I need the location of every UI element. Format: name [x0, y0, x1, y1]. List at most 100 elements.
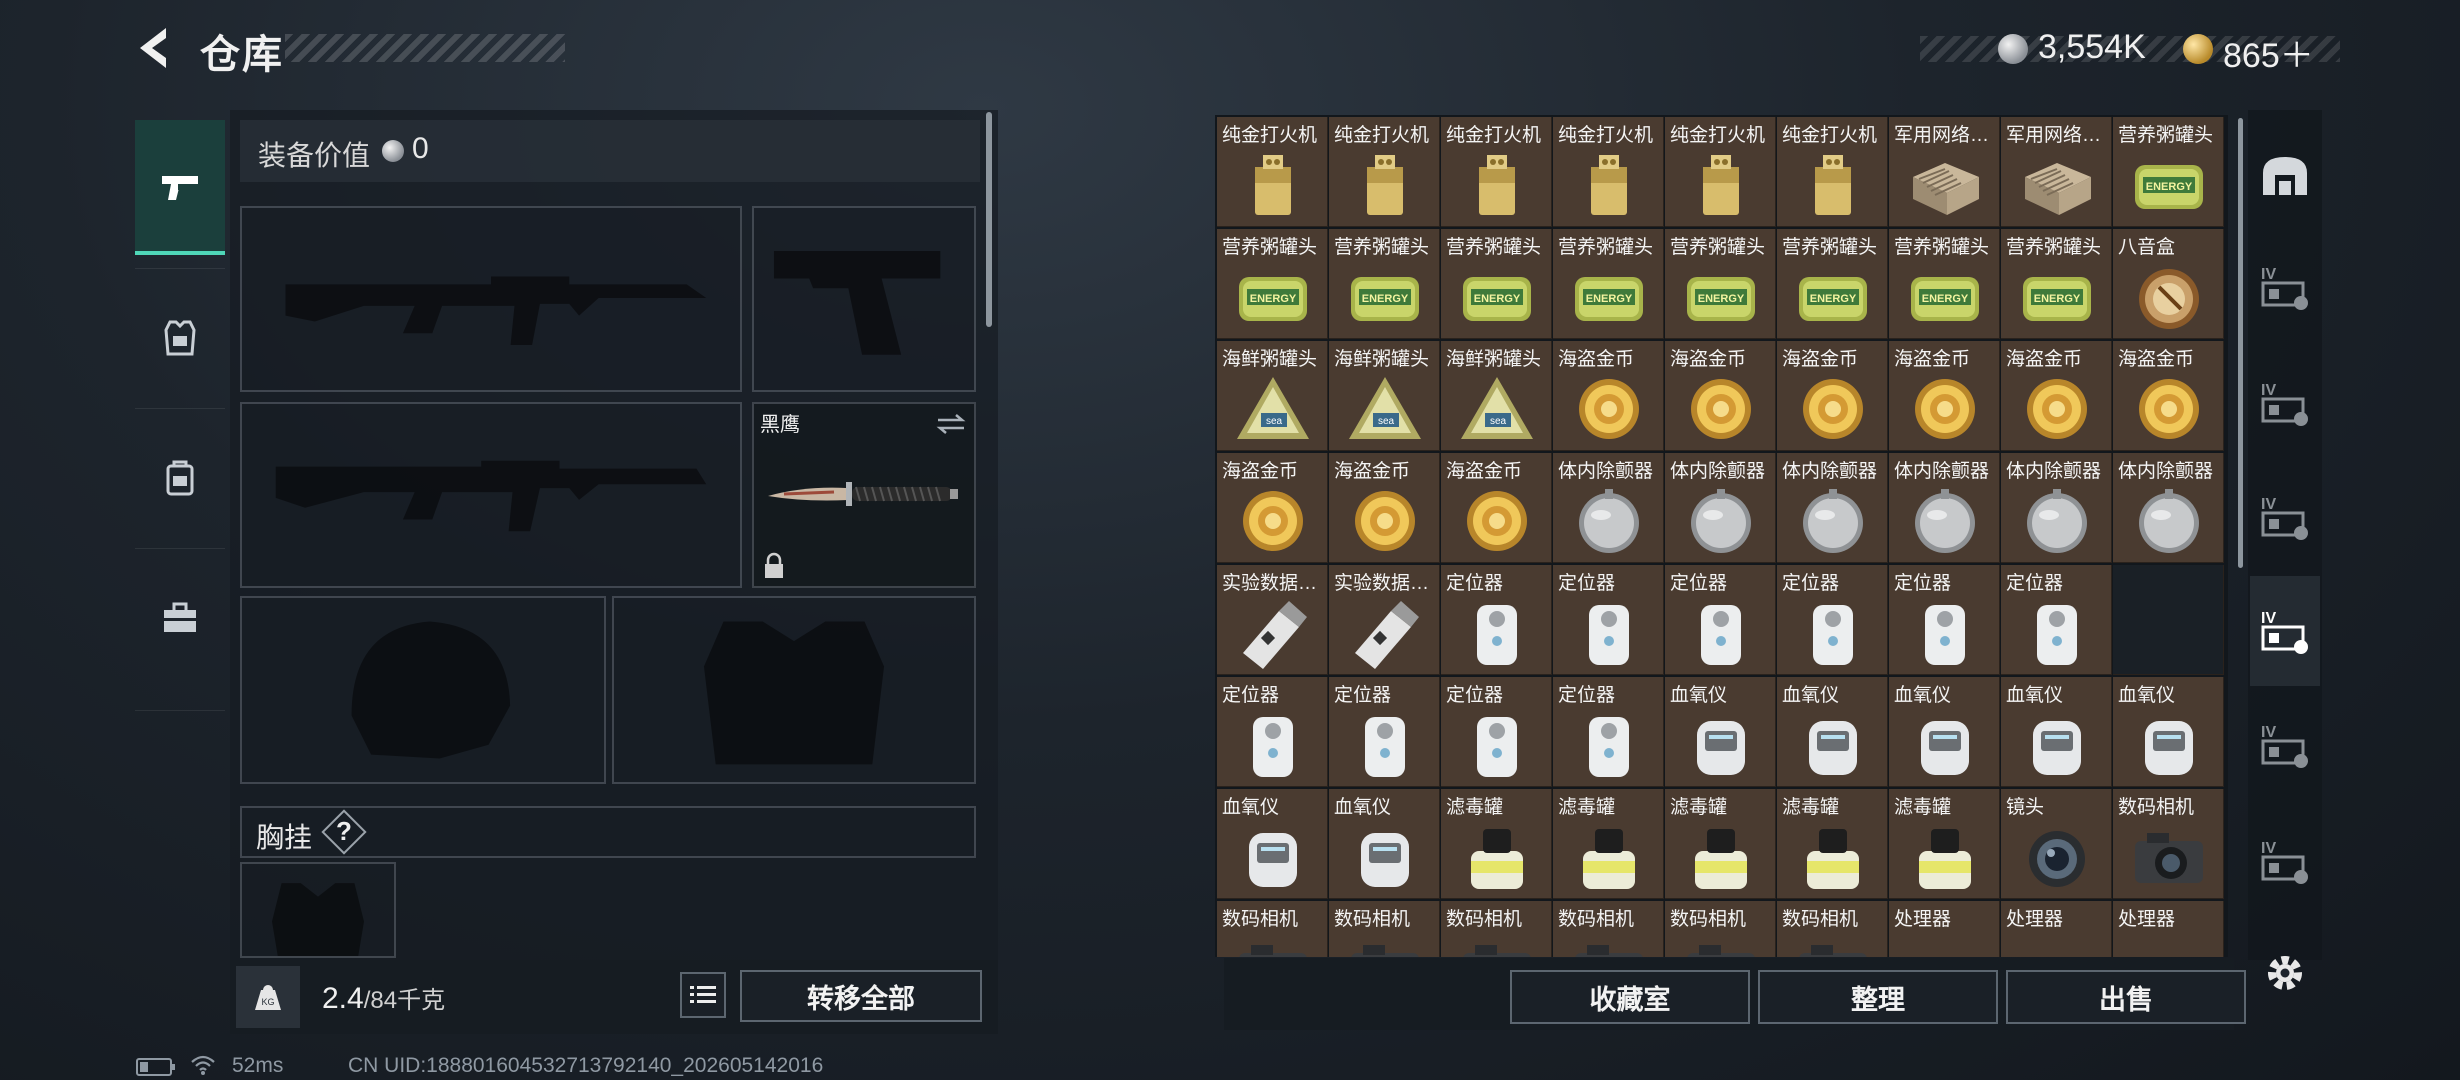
inventory-item[interactable]: 海盗金币	[1329, 453, 1440, 563]
inventory-item[interactable]: 体内除颤器	[1665, 453, 1776, 563]
inventory-item[interactable]: 海鲜粥罐头 sea	[1329, 341, 1440, 451]
inventory-item[interactable]: 定位器	[2001, 565, 2112, 675]
inventory-item[interactable]: 营养粥罐头 ENERGY	[1329, 229, 1440, 339]
tab-weapon[interactable]	[135, 120, 225, 255]
inventory-item[interactable]: 纯金打火机	[1217, 117, 1328, 227]
inventory-item[interactable]: 血氧仪	[1777, 677, 1888, 787]
storage-tab-3[interactable]: IV	[2250, 348, 2320, 458]
collection-room-button[interactable]: 收藏室	[1510, 970, 1750, 1024]
inventory-item[interactable]: 海盗金币	[1665, 341, 1776, 451]
inventory-item[interactable]: 军用网络…	[1889, 117, 2000, 227]
secondary-weapon-slot[interactable]	[240, 402, 742, 588]
inventory-item[interactable]: 营养粥罐头 ENERGY	[1217, 229, 1328, 339]
storage-tab-6[interactable]: IV	[2250, 690, 2320, 800]
grid-scrollbar[interactable]	[2238, 118, 2243, 568]
inventory-item[interactable]: 海鲜粥罐头 sea	[1441, 341, 1552, 451]
helmet-slot[interactable]	[240, 596, 606, 784]
list-view-button[interactable]	[680, 972, 726, 1018]
inventory-item[interactable]: 体内除颤器	[2113, 453, 2224, 563]
empty-slot[interactable]	[2113, 565, 2224, 675]
inventory-item[interactable]: 滤毒罐	[1665, 789, 1776, 899]
inventory-item[interactable]: 数码相机	[1217, 901, 1328, 957]
inventory-item[interactable]: 营养粥罐头 ENERGY	[1889, 229, 2000, 339]
inventory-item[interactable]: 定位器	[1217, 677, 1328, 787]
inventory-item[interactable]: 海盗金币	[1553, 341, 1664, 451]
storage-tab-7[interactable]: IV	[2250, 806, 2320, 916]
inventory-item[interactable]: 海盗金币	[1889, 341, 2000, 451]
equipment-scrollbar[interactable]	[986, 112, 992, 327]
inventory-item[interactable]: 海盗金币	[1217, 453, 1328, 563]
inventory-item[interactable]: 营养粥罐头 ENERGY	[1665, 229, 1776, 339]
inventory-item[interactable]: 血氧仪	[2001, 677, 2112, 787]
inventory-item[interactable]: 血氧仪	[1889, 677, 2000, 787]
storage-tab-1[interactable]	[2250, 122, 2320, 232]
pistol-slot[interactable]	[752, 206, 976, 392]
inventory-item[interactable]: 体内除颤器	[2001, 453, 2112, 563]
body-armor-slot[interactable]	[612, 596, 976, 784]
inventory-item[interactable]: 海盗金币	[1777, 341, 1888, 451]
inventory-item[interactable]: 营养粥罐头 ENERGY	[1777, 229, 1888, 339]
inventory-item[interactable]: 数码相机	[1665, 901, 1776, 957]
inventory-item[interactable]: 纯金打火机	[1665, 117, 1776, 227]
back-button[interactable]	[130, 22, 182, 74]
inventory-item[interactable]: 数码相机	[1329, 901, 1440, 957]
sell-button[interactable]: 出售	[2006, 970, 2246, 1024]
inventory-item[interactable]: 实验数据…	[1217, 565, 1328, 675]
chest-rig-slot[interactable]	[240, 862, 396, 958]
inventory-item[interactable]: 纯金打火机	[1329, 117, 1440, 227]
inventory-item[interactable]: 体内除颤器	[1777, 453, 1888, 563]
inventory-item[interactable]: 定位器	[1553, 677, 1664, 787]
inventory-item[interactable]: 海盗金币	[2001, 341, 2112, 451]
inventory-item[interactable]: 营养粥罐头 ENERGY	[1441, 229, 1552, 339]
inventory-item[interactable]: 海盗金币	[2113, 341, 2224, 451]
inventory-item[interactable]: 营养粥罐头 ENERGY	[1553, 229, 1664, 339]
inventory-item[interactable]: 滤毒罐	[1889, 789, 2000, 899]
inventory-item[interactable]: 处理器	[1889, 901, 2000, 957]
settings-button[interactable]	[2260, 948, 2310, 998]
inventory-item[interactable]: 定位器	[1329, 677, 1440, 787]
inventory-item[interactable]: 数码相机	[1441, 901, 1552, 957]
inventory-item[interactable]: 处理器	[2113, 901, 2224, 957]
transfer-all-button[interactable]: 转移全部	[740, 970, 982, 1022]
inventory-item[interactable]: 海盗金币	[1441, 453, 1552, 563]
inventory-item[interactable]: 海鲜粥罐头 sea	[1217, 341, 1328, 451]
inventory-item[interactable]: 纯金打火机	[1441, 117, 1552, 227]
inventory-item[interactable]: 定位器	[1441, 677, 1552, 787]
inventory-item[interactable]: 实验数据…	[1329, 565, 1440, 675]
inventory-item[interactable]: 数码相机	[2113, 789, 2224, 899]
inventory-item[interactable]: 纯金打火机	[1777, 117, 1888, 227]
inventory-item[interactable]: 数码相机	[1553, 901, 1664, 957]
gold-currency-amount[interactable]: 865＋	[2223, 28, 2314, 77]
inventory-item[interactable]: 八音盒	[2113, 229, 2224, 339]
inventory-item[interactable]: 处理器	[2001, 901, 2112, 957]
storage-tab-2[interactable]: IV	[2250, 232, 2320, 342]
inventory-item[interactable]: 定位器	[1665, 565, 1776, 675]
inventory-item[interactable]: 军用网络…	[2001, 117, 2112, 227]
inventory-item[interactable]: 滤毒罐	[1441, 789, 1552, 899]
inventory-item[interactable]: 定位器	[1553, 565, 1664, 675]
tab-case[interactable]	[135, 550, 225, 685]
melee-slot[interactable]: 黑鹰	[752, 402, 976, 588]
help-icon[interactable]: ?	[336, 816, 352, 847]
tab-backpack[interactable]	[135, 410, 225, 545]
inventory-item[interactable]: 体内除颤器	[1553, 453, 1664, 563]
inventory-item[interactable]: 血氧仪	[1665, 677, 1776, 787]
inventory-item[interactable]: 滤毒罐	[1553, 789, 1664, 899]
swap-icon[interactable]	[936, 412, 966, 436]
inventory-item[interactable]: 定位器	[1441, 565, 1552, 675]
inventory-item[interactable]: 定位器	[1889, 565, 2000, 675]
inventory-item[interactable]: 滤毒罐	[1777, 789, 1888, 899]
tab-armor[interactable]	[135, 270, 225, 405]
inventory-item[interactable]: 血氧仪	[1217, 789, 1328, 899]
inventory-item[interactable]: 血氧仪	[1329, 789, 1440, 899]
silver-currency-amount[interactable]: 3,554K	[2038, 28, 2146, 67]
inventory-item[interactable]: 镜头	[2001, 789, 2112, 899]
inventory-item[interactable]: 营养粥罐头 ENERGY	[2001, 229, 2112, 339]
primary-weapon-slot[interactable]	[240, 206, 742, 392]
inventory-item[interactable]: 纯金打火机	[1553, 117, 1664, 227]
organize-button[interactable]: 整理	[1758, 970, 1998, 1024]
inventory-item[interactable]: 营养粥罐头 ENERGY	[2113, 117, 2224, 227]
storage-tab-4[interactable]: IV	[2250, 462, 2320, 572]
storage-tab-5[interactable]: IV	[2250, 576, 2320, 686]
inventory-item[interactable]: 定位器	[1777, 565, 1888, 675]
